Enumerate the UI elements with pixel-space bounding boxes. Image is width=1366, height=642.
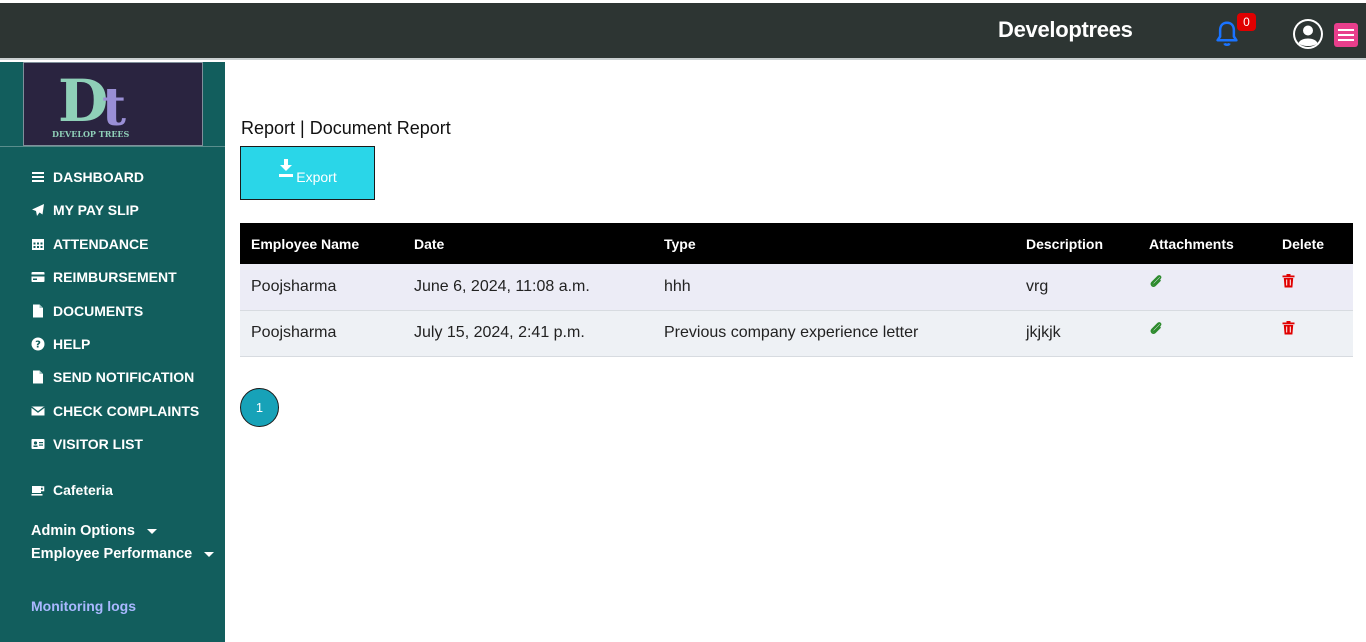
table-row: Poojsharma June 6, 2024, 11:08 a.m. hhh … bbox=[240, 264, 1353, 310]
download-icon bbox=[279, 159, 294, 177]
sidebar-item-dashboard[interactable]: DASHBOARD bbox=[31, 169, 144, 185]
question-circle-icon: ? bbox=[31, 337, 45, 351]
column-header: Date bbox=[414, 235, 445, 252]
trash-icon[interactable] bbox=[1282, 274, 1295, 288]
credit-card-icon bbox=[31, 272, 45, 282]
top-navbar: Developtrees 0 bbox=[0, 3, 1366, 60]
export-button[interactable]: Export bbox=[240, 146, 375, 200]
description-cell: vrg bbox=[1026, 277, 1049, 295]
sidebar-item-reimbursement[interactable]: REIMBURSEMENT bbox=[31, 269, 177, 285]
sidebar-item-label: ATTENDANCE bbox=[53, 236, 149, 252]
page-title: Report | Document Report bbox=[241, 118, 451, 138]
sidebar-item-label: DASHBOARD bbox=[53, 169, 144, 185]
document-report-table: Employee Name Date Type Description Atta… bbox=[240, 223, 1353, 357]
trash-icon[interactable] bbox=[1282, 320, 1295, 335]
paperclip-icon[interactable] bbox=[1149, 274, 1163, 288]
export-label: Export bbox=[296, 169, 337, 185]
sidebar-item-label: Cafeteria bbox=[53, 482, 113, 498]
description-cell: jkjkjk bbox=[1026, 324, 1061, 341]
sidebar-item-visitor-list[interactable]: VISITOR LIST bbox=[31, 436, 143, 452]
paper-plane-icon bbox=[32, 204, 44, 216]
sidebar: D t DEVELOP TREES DASHBOARD MY PAY SLIP … bbox=[0, 62, 225, 642]
sidebar-item-check-complaints[interactable]: CHECK COMPLAINTS bbox=[31, 403, 199, 419]
admin-options-label: Admin Options bbox=[31, 523, 135, 539]
company-logo: D t DEVELOP TREES bbox=[23, 62, 203, 146]
employee-name-cell: Poojsharma bbox=[251, 324, 337, 341]
employee-performance-dropdown[interactable]: Employee Performance bbox=[31, 546, 215, 562]
employee-name-cell: Poojsharma bbox=[251, 277, 337, 295]
type-cell: Previous company experience letter bbox=[664, 324, 919, 341]
date-cell: July 15, 2024, 2:41 p.m. bbox=[414, 324, 585, 341]
sidebar-item-send-notification[interactable]: SEND NOTIFICATION bbox=[31, 369, 194, 385]
sidebar-item-label: SEND NOTIFICATION bbox=[53, 369, 195, 385]
attachment-cell bbox=[1138, 310, 1271, 356]
sidebar-item-help[interactable]: ? HELP bbox=[31, 336, 90, 352]
delete-cell bbox=[1271, 264, 1353, 310]
svg-text:?: ? bbox=[35, 340, 41, 351]
paperclip-icon[interactable] bbox=[1149, 321, 1163, 335]
monitoring-logs-link[interactable]: Monitoring logs bbox=[31, 598, 136, 614]
column-header: Description bbox=[1026, 235, 1104, 252]
column-header: Delete bbox=[1282, 235, 1325, 252]
hamburger-menu-icon[interactable] bbox=[1334, 23, 1358, 47]
svg-text:D: D bbox=[58, 67, 108, 135]
calendar-icon bbox=[32, 239, 44, 250]
sidebar-item-cafeteria[interactable]: Cafeteria bbox=[31, 482, 113, 498]
pagination-page-button[interactable]: 1 bbox=[240, 388, 279, 427]
notification-count-badge: 0 bbox=[1237, 13, 1256, 31]
sidebar-item-documents[interactable]: DOCUMENTS bbox=[31, 303, 143, 319]
file-icon bbox=[33, 370, 43, 384]
table-row: Poojsharma July 15, 2024, 2:41 p.m. Prev… bbox=[240, 310, 1353, 356]
delete-cell bbox=[1271, 310, 1353, 356]
sidebar-item-label: DOCUMENTS bbox=[53, 303, 144, 319]
admin-options-dropdown[interactable]: Admin Options bbox=[31, 523, 157, 539]
column-header: Type bbox=[664, 235, 696, 252]
bars-icon bbox=[32, 172, 44, 182]
sidebar-item-label: MY PAY SLIP bbox=[53, 202, 139, 218]
id-card-icon bbox=[31, 439, 45, 449]
envelope-icon bbox=[31, 406, 45, 416]
file-icon bbox=[33, 304, 43, 318]
caret-down-icon bbox=[204, 551, 215, 557]
coffee-icon bbox=[31, 486, 45, 496]
sidebar-item-label: CHECK COMPLAINTS bbox=[53, 403, 200, 419]
sidebar-item-label: REIMBURSEMENT bbox=[53, 269, 177, 285]
type-cell: hhh bbox=[664, 277, 691, 295]
sidebar-item-attendance[interactable]: ATTENDANCE bbox=[31, 236, 148, 252]
table-header-row: Employee Name Date Type Description Atta… bbox=[240, 223, 1353, 264]
logo-divider bbox=[0, 146, 225, 147]
date-cell: June 6, 2024, 11:08 a.m. bbox=[414, 277, 590, 295]
caret-down-icon bbox=[146, 528, 157, 534]
logo-text: DEVELOP TREES bbox=[52, 129, 130, 139]
sidebar-item-label: HELP bbox=[53, 336, 91, 352]
column-header: Employee Name bbox=[251, 235, 360, 252]
attachment-cell bbox=[1138, 264, 1271, 310]
brand-name: Developtrees bbox=[998, 17, 1133, 42]
column-header: Attachments bbox=[1149, 235, 1234, 252]
sidebar-item-my-pay-slip[interactable]: MY PAY SLIP bbox=[31, 202, 139, 218]
user-avatar-icon[interactable] bbox=[1292, 18, 1324, 50]
sidebar-item-label: VISITOR LIST bbox=[53, 436, 143, 452]
employee-performance-label: Employee Performance bbox=[31, 546, 193, 562]
